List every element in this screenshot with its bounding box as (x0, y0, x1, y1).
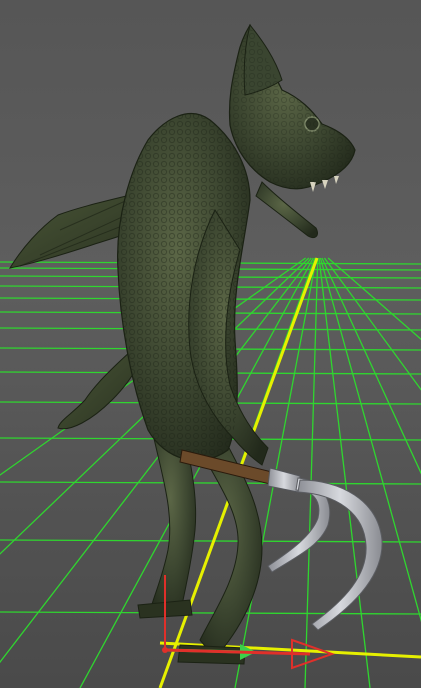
creature-jaw (255, 181, 318, 239)
grid-line (0, 611, 421, 615)
3d-viewport[interactable] (0, 0, 421, 688)
grid-line (319, 257, 421, 623)
creature-model[interactable] (8, 23, 356, 665)
scene-canvas[interactable] (0, 0, 421, 688)
creature-tail (57, 349, 141, 430)
hook-pitchfork-weapon[interactable] (179, 449, 383, 631)
creature-front-foot (177, 644, 246, 665)
grid-line (327, 257, 421, 341)
grid-line (0, 539, 421, 543)
grid-line (0, 481, 421, 485)
gizmo-origin[interactable] (162, 647, 168, 653)
